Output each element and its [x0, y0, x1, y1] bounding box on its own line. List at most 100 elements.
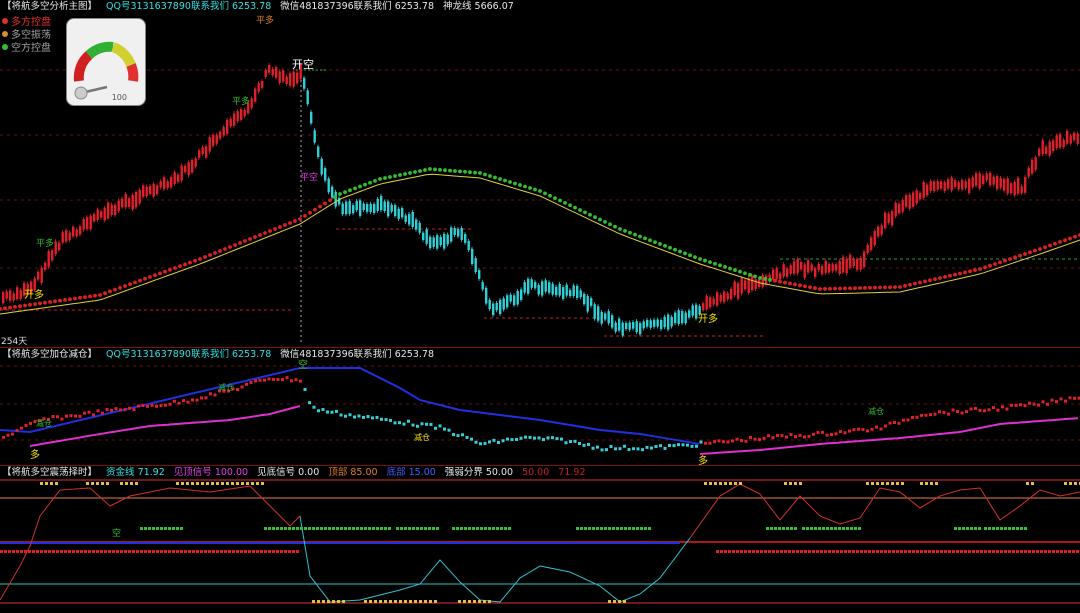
position-bar — [596, 445, 599, 449]
timing-header: 【将航多空震荡择时】 资金线 71.92 见顶信号 100.00 见底信号 0.… — [2, 467, 592, 479]
position-bar — [627, 448, 631, 452]
trend-dot — [873, 285, 877, 290]
candle-body — [957, 182, 960, 190]
bull-zone-marker — [1020, 550, 1023, 553]
top-zone-marker — [236, 482, 239, 485]
position-chart-canvas[interactable] — [0, 348, 1080, 466]
trend-dot — [388, 175, 392, 179]
candle-body — [117, 200, 120, 212]
bull-zone-marker — [0, 550, 3, 553]
trend-dot — [248, 237, 252, 241]
main-chart-title[interactable]: 【将航多空分析主图】 — [2, 1, 97, 12]
candle-body — [383, 201, 386, 211]
candle-body — [866, 244, 869, 254]
candle-body — [642, 321, 645, 329]
candle-body — [212, 134, 215, 146]
position-bar — [573, 439, 577, 443]
bear-zone-marker — [412, 527, 415, 530]
bear-zone-marker — [958, 527, 961, 530]
top-zone-marker — [789, 482, 792, 485]
candle-body — [275, 67, 278, 78]
bear-zone-marker — [786, 527, 789, 530]
timing-chart-canvas[interactable] — [0, 466, 1080, 613]
timing-pane[interactable]: 【将航多空震荡择时】 资金线 71.92 见顶信号 100.00 见底信号 0.… — [0, 466, 1080, 613]
bear-zone-marker — [376, 527, 379, 530]
trend-dot — [398, 173, 402, 177]
candle-body — [68, 232, 71, 241]
candle-body — [551, 283, 554, 295]
candle-body — [1041, 140, 1044, 155]
candle-body — [1048, 141, 1051, 156]
candle-body — [940, 181, 943, 189]
trend-dot — [188, 260, 192, 265]
position-bar — [533, 436, 536, 440]
candle-body — [544, 280, 547, 292]
candle-body — [971, 177, 974, 188]
candle-body — [303, 77, 306, 89]
main-chart-canvas[interactable] — [0, 0, 1080, 348]
bull-zone-marker — [976, 550, 979, 553]
bottom-zone-marker — [389, 600, 392, 603]
position-bar — [92, 413, 95, 417]
candle-body — [646, 319, 649, 327]
position-bar — [690, 444, 694, 448]
trend-dot — [38, 301, 42, 306]
position-pane[interactable]: 【将航多空加仓减仓】 QQ号3131637890联系我们 6253.78 微信4… — [0, 348, 1080, 466]
bull-zone-marker — [48, 550, 51, 553]
trend-dot — [768, 277, 772, 282]
candle-body — [786, 268, 789, 277]
position-bar — [933, 412, 937, 416]
trend-dot — [98, 293, 102, 297]
top-zone-marker — [221, 482, 224, 485]
trend-dot — [178, 264, 182, 269]
candle-body — [922, 181, 925, 198]
candle-body — [663, 316, 666, 328]
bull-zone-marker — [244, 550, 247, 553]
position-bar — [56, 415, 59, 419]
candle-body — [394, 205, 397, 216]
position-bar — [969, 407, 973, 411]
candle-body — [849, 254, 852, 268]
candle-body — [975, 173, 978, 186]
bear-zone-marker — [300, 527, 303, 530]
trend-dot — [433, 167, 437, 172]
bull-zone-marker — [32, 550, 35, 553]
candle-body — [996, 176, 999, 190]
bull-zone-marker — [68, 550, 71, 553]
top-zone-marker — [186, 482, 189, 485]
position-bar — [866, 429, 869, 433]
bull-zone-marker — [908, 550, 911, 553]
trend-dot — [558, 198, 562, 203]
position-bar — [96, 409, 100, 413]
bear-zone-marker — [826, 527, 829, 530]
bear-zone-marker — [632, 527, 635, 530]
candle-body — [387, 201, 390, 217]
timing-title[interactable]: 【将航多空震荡择时】 — [2, 467, 97, 478]
position-bar — [794, 435, 797, 439]
position-title[interactable]: 【将航多空加仓减仓】 — [2, 349, 97, 360]
candle-body — [93, 214, 96, 222]
trend-dot — [733, 268, 737, 272]
trend-dot — [928, 278, 932, 283]
candle-body — [362, 203, 365, 211]
bear-zone-marker — [842, 527, 845, 530]
candle-body — [912, 192, 915, 207]
candle-body — [142, 185, 145, 197]
bear-zone-marker — [620, 527, 623, 530]
position-bar — [173, 399, 176, 403]
candle-body — [236, 111, 239, 122]
bull-zone-marker — [892, 550, 895, 553]
trend-dot — [673, 247, 677, 252]
position-bar — [875, 425, 878, 429]
position-bar — [996, 408, 1000, 412]
position-bar — [416, 424, 419, 428]
bull-zone-marker — [900, 550, 903, 553]
candle-body — [667, 314, 670, 330]
main-chart-pane[interactable]: 【将航多空分析主图】 QQ号3131637890联系我们 6253.78 微信4… — [0, 0, 1080, 348]
position-bar — [974, 406, 977, 410]
bear-zone-marker — [424, 527, 427, 530]
bear-zone-marker — [608, 527, 611, 530]
position-bar — [474, 440, 478, 444]
candle-body — [562, 287, 565, 299]
trend-dot — [3, 306, 7, 311]
